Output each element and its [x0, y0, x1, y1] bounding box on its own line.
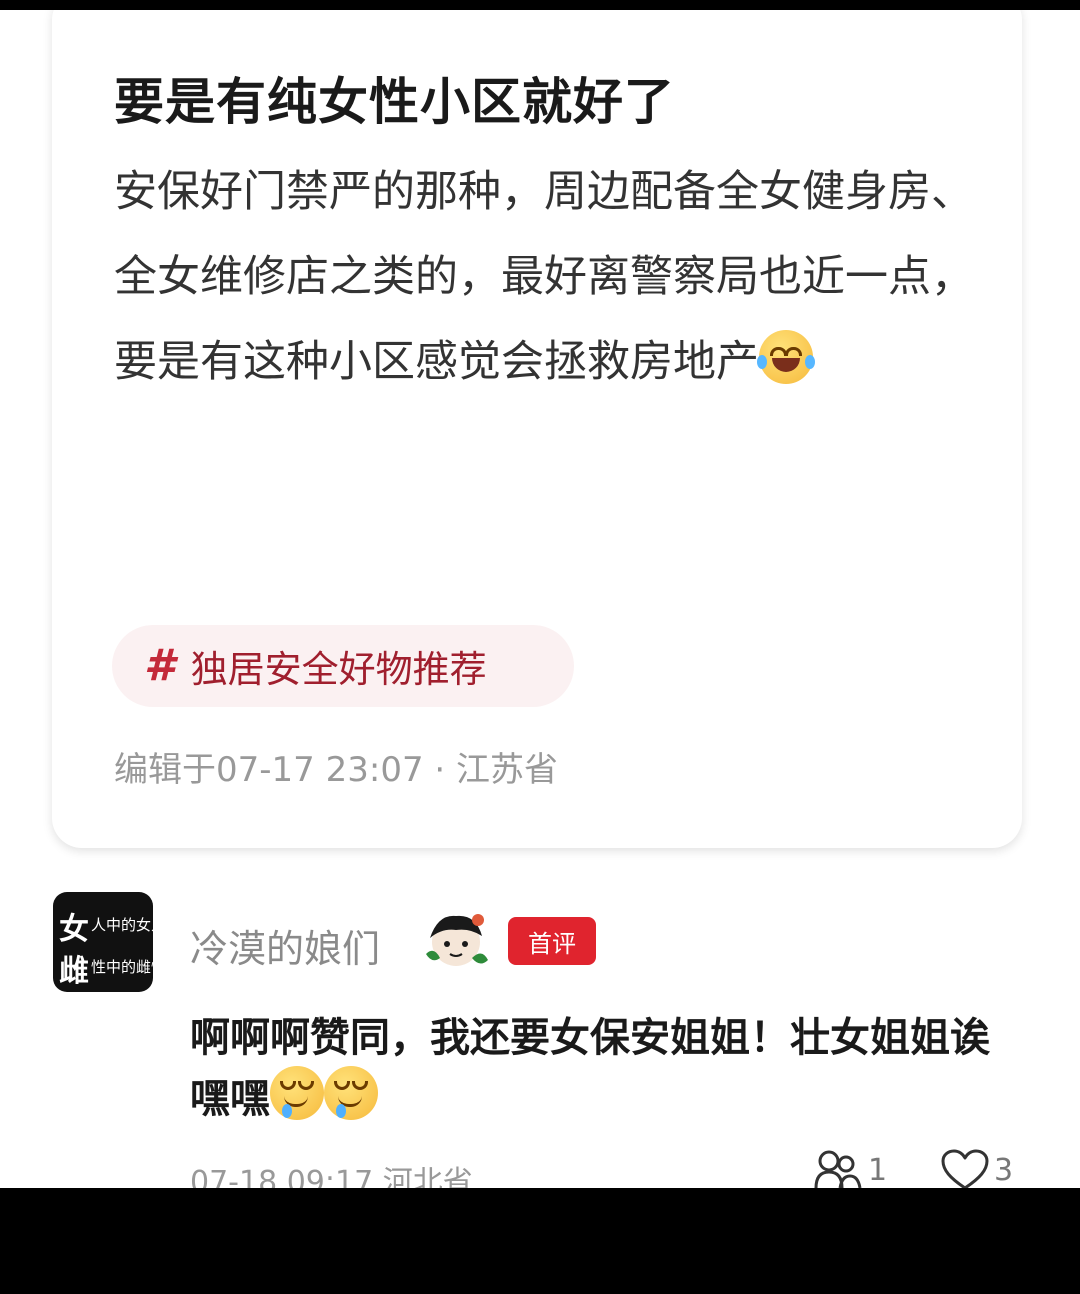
first-comment-badge: 首评 [508, 917, 596, 965]
avatar-text-small-2: 性中的雌性 [91, 958, 153, 976]
comment-avatar[interactable]: 女 人中的女人 雌 性中的雌性 [53, 892, 153, 992]
user-sticker-icon [426, 914, 488, 966]
like-count: 3 [994, 1152, 1014, 1188]
reply-button[interactable]: 1 [812, 1148, 887, 1188]
drooling-face-emoji [324, 1066, 378, 1120]
post-title: 要是有纯女性小区就好了 [114, 73, 675, 131]
reply-count: 1 [868, 1152, 888, 1188]
topic-tag-label: 独居安全好物推荐 [190, 648, 487, 691]
comment-text: 啊啊啊赞同，我还要女保安姐姐！壮女姐姐诶嘿嘿 [190, 1010, 1020, 1127]
post-card: 要是有纯女性小区就好了 安保好门禁严的那种，周边配备全女健身房、全女维修店之类的… [52, 10, 1022, 848]
top-black-bar [0, 0, 1080, 10]
laughing-with-tears-emoji [757, 330, 815, 384]
comment-username[interactable]: 冷漠的娘们 [190, 918, 380, 973]
topic-tag[interactable]: # 独居安全好物推荐 [112, 625, 574, 707]
screen: 要是有纯女性小区就好了 安保好门禁严的那种，周边配备全女健身房、全女维修店之类的… [0, 10, 1080, 1188]
avatar-text-big-1: 女 [59, 912, 89, 947]
drooling-face-emoji [270, 1066, 324, 1120]
like-button[interactable]: 3 [940, 1148, 1013, 1188]
post-body: 安保好门禁严的那种，周边配备全女健身房、全女维修店之类的，最好离警察局也近一点，… [114, 150, 974, 405]
avatar-text-small-1: 人中的女人 [91, 916, 153, 934]
avatar-text-big-2: 雌 [59, 954, 89, 989]
reply-people-icon [814, 1150, 862, 1188]
heart-icon [941, 1149, 989, 1188]
post-body-text: 安保好门禁严的那种，周边配备全女健身房、全女维修店之类的，最好离警察局也近一点，… [114, 167, 974, 387]
comment-meta: 07-18 09:17 河北省 [190, 1165, 473, 1188]
post-edit-meta: 编辑于07-17 23:07 · 江苏省 [114, 750, 559, 790]
hashtag-icon: # [144, 640, 175, 691]
bottom-black-bar [0, 1188, 1080, 1294]
